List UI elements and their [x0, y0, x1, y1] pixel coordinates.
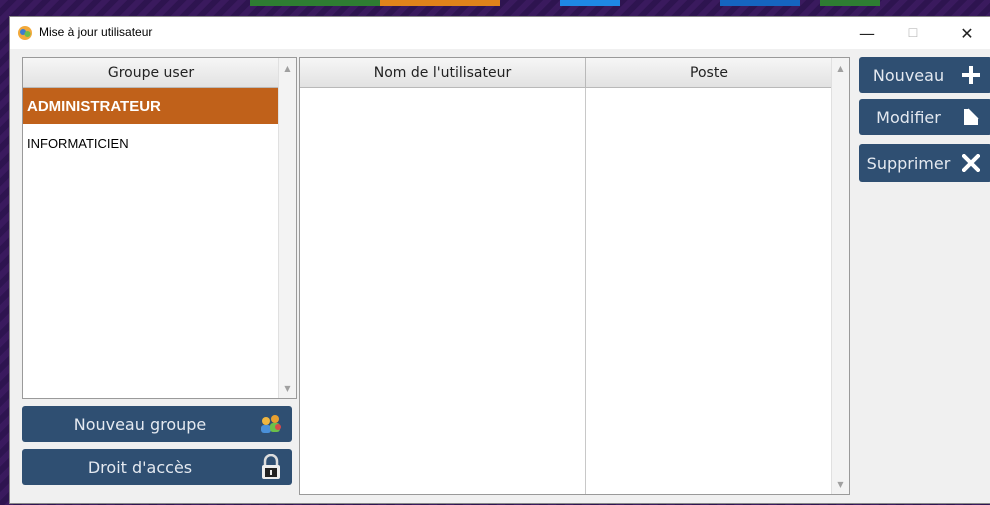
- close-x-icon: [958, 150, 984, 176]
- edit-label: Modifier: [876, 107, 941, 127]
- delete-label: Supprimer: [866, 153, 951, 173]
- edit-document-icon: [958, 104, 984, 130]
- user-table-panel: Nom de l'utilisateur Poste ▲ ▼: [299, 57, 850, 495]
- column-header-poste[interactable]: Poste: [586, 58, 832, 88]
- delete-button[interactable]: Supprimer: [859, 144, 990, 182]
- minimize-button[interactable]: —: [844, 17, 890, 49]
- title-bar: Mise à jour utilisateur — ☐ ✕: [10, 17, 990, 49]
- group-column-header[interactable]: Groupe user: [23, 58, 279, 88]
- desktop-background-strip: [0, 0, 990, 6]
- window-title: Mise à jour utilisateur: [39, 25, 153, 39]
- close-button[interactable]: ✕: [944, 17, 990, 49]
- maximize-button[interactable]: ☐: [890, 17, 936, 49]
- scroll-up-icon[interactable]: ▲: [832, 60, 849, 76]
- users-group-icon: [258, 411, 284, 437]
- edit-button[interactable]: Modifier: [859, 99, 990, 135]
- access-rights-button[interactable]: Droit d'accès: [22, 449, 292, 485]
- new-button[interactable]: Nouveau: [859, 57, 990, 93]
- scroll-down-icon[interactable]: ▼: [279, 380, 296, 396]
- group-item-administrateur[interactable]: ADMINISTRATEUR: [23, 88, 278, 124]
- main-window: Mise à jour utilisateur — ☐ ✕ Groupe use…: [9, 16, 990, 504]
- group-list-panel: Groupe user ADMINISTRATEUR INFORMATICIEN…: [22, 57, 297, 399]
- group-item-informaticien[interactable]: INFORMATICIEN: [23, 124, 278, 162]
- new-group-button[interactable]: Nouveau groupe: [22, 406, 292, 442]
- new-group-label: Nouveau groupe: [73, 414, 207, 434]
- group-list-scrollbar[interactable]: ▲ ▼: [278, 58, 296, 398]
- user-table-scrollbar[interactable]: ▲ ▼: [831, 58, 849, 494]
- new-label: Nouveau: [872, 65, 945, 85]
- plus-icon: [958, 62, 984, 88]
- scroll-down-icon[interactable]: ▼: [832, 476, 849, 492]
- app-icon: [18, 26, 32, 40]
- column-divider: [585, 88, 586, 494]
- column-header-username[interactable]: Nom de l'utilisateur: [300, 58, 586, 88]
- padlock-icon: [258, 454, 284, 480]
- access-rights-label: Droit d'accès: [87, 457, 193, 477]
- scroll-up-icon[interactable]: ▲: [279, 60, 296, 76]
